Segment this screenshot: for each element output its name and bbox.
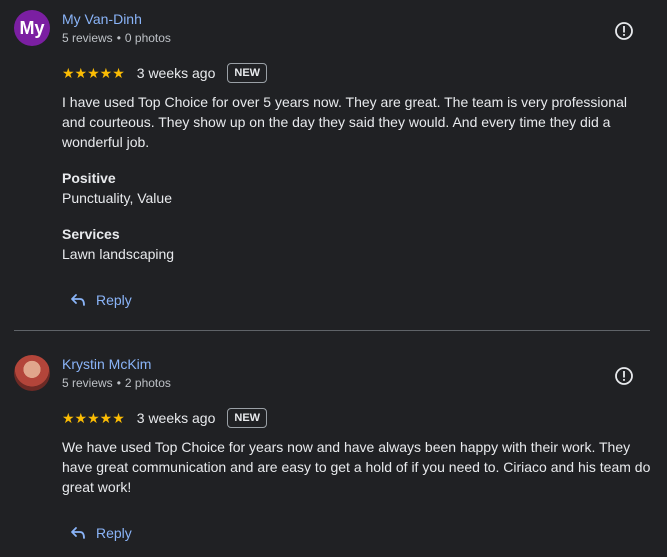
review-time: 3 weeks ago [136, 410, 216, 426]
reviewer-name[interactable]: Krystin McKim [62, 356, 151, 372]
reply-icon [71, 294, 85, 306]
rating-row: ★★★★★ 3 weeks ago NEW [62, 62, 268, 84]
star-rating: ★★★★★ [62, 64, 125, 81]
review-count: 5 reviews [62, 376, 113, 390]
attribute-title-services: Services [62, 226, 120, 242]
reply-button[interactable]: Reply [70, 525, 132, 541]
new-badge: NEW [227, 408, 268, 428]
review-card: Krystin McKim 5 reviews • 2 photos ★★★★★ 3… [0, 345, 667, 557]
star-rating: ★★★★★ [62, 409, 125, 426]
reply-label: Reply [96, 292, 132, 308]
avatar[interactable] [14, 355, 50, 391]
review-text: We have used Top Choice for years now an… [62, 439, 651, 495]
avatar[interactable]: My [14, 10, 50, 46]
report-icon[interactable] [614, 21, 634, 41]
divider [14, 330, 650, 331]
reply-button[interactable]: Reply [70, 292, 132, 308]
reply-icon [71, 527, 85, 539]
review-count: 5 reviews [62, 31, 113, 45]
reviewer-meta: 5 reviews • 0 photos [62, 31, 171, 45]
meta-separator: • [116, 31, 121, 45]
attribute-value-positive: Punctuality, Value [62, 190, 172, 206]
report-icon[interactable] [614, 366, 634, 386]
reviewer-name[interactable]: My Van-Dinh [62, 11, 142, 27]
new-badge: NEW [227, 63, 268, 83]
attribute-title-positive: Positive [62, 170, 116, 186]
attribute-value-services: Lawn landscaping [62, 246, 175, 262]
rating-row: ★★★★★ 3 weeks ago NEW [62, 407, 268, 429]
photo-count: 0 photos [124, 31, 171, 45]
reply-label: Reply [96, 525, 132, 541]
review-text: I have used Top Choice for over 5 years … [62, 94, 627, 150]
review-time: 3 weeks ago [136, 65, 216, 81]
meta-separator: • [116, 376, 121, 390]
reviewer-meta: 5 reviews • 2 photos [62, 376, 171, 390]
photo-count: 2 photos [124, 376, 171, 390]
review-card: My My Van-Dinh 5 reviews • 0 photos ★★★★★ … [0, 0, 667, 330]
